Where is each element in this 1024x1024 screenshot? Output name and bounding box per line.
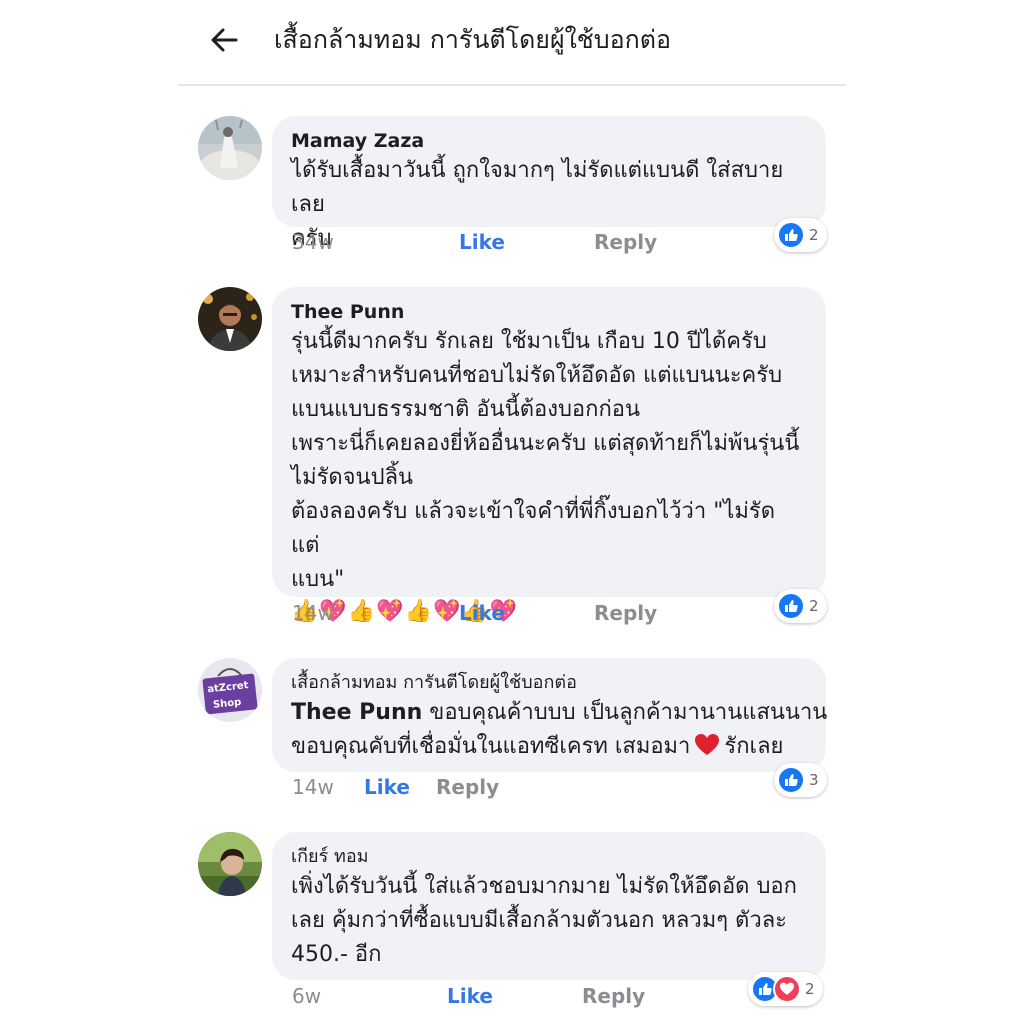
heart-icon: [694, 733, 720, 757]
reaction-summary[interactable]: 2: [748, 972, 823, 1006]
reaction-summary[interactable]: 2: [774, 589, 827, 623]
thumbs-up-icon: [777, 766, 805, 794]
page-title: เสื้อกล้ามทอม การันตีโดยผู้ใช้บอกต่อ: [274, 25, 672, 54]
comment-timestamp: 14w: [292, 775, 334, 799]
reaction-summary[interactable]: 3: [774, 763, 827, 797]
reaction-count: 2: [809, 226, 819, 244]
reaction-count: 3: [809, 771, 819, 789]
back-button[interactable]: [202, 20, 246, 60]
header-bar: เสื้อกล้ามทอม การันตีโดยผู้ใช้บอกต่อ: [178, 0, 846, 86]
like-button[interactable]: Like: [459, 228, 505, 256]
comment-author[interactable]: Mamay Zaza: [291, 128, 808, 154]
reply-button[interactable]: Reply: [582, 982, 645, 1010]
comment-bubble: เกียร์ ทอม เพิ่งได้รับวันนี้ ใส่แล้วชอบม…: [272, 832, 826, 980]
comment-timestamp: 14w: [292, 601, 334, 625]
comment-text: เพิ่งได้รับวันนี้ ใส่แล้วชอบมากมาย ไม่รั…: [291, 874, 797, 967]
reply-button[interactable]: Reply: [594, 599, 657, 627]
comment-bubble: Mamay Zaza ได้รับเสื้อมาวันนี้ ถูกใจมากๆ…: [272, 116, 826, 251]
comment-bubble: Thee Punn รุ่นนี้ดีมากครับ รักเลย ใช้มาเ…: [272, 287, 826, 624]
thumbs-up-icon: [777, 592, 805, 620]
mention-link[interactable]: Thee Punn: [291, 700, 422, 725]
like-button[interactable]: Like: [364, 773, 410, 801]
heart-icon: [773, 975, 801, 1003]
comment-author[interactable]: เกียร์ ทอม: [291, 844, 808, 870]
like-button[interactable]: Like: [459, 599, 505, 627]
like-button[interactable]: Like: [447, 982, 493, 1010]
comment-text: ได้รับเสื้อมาวันนี้ ถูกใจมากๆ ไม่รัดแต่แ…: [291, 158, 784, 251]
avatar[interactable]: [198, 116, 262, 180]
avatar[interactable]: [198, 832, 262, 896]
comment-author[interactable]: เสื้อกล้ามทอม การันตีโดยผู้ใช้บอกต่อ: [291, 670, 808, 696]
comment-timestamp: 6w: [292, 984, 322, 1008]
comment-thread: เสื้อกล้ามทอม การันตีโดยผู้ใช้บอกต่อ Mam…: [178, 0, 846, 1024]
reaction-summary[interactable]: 2: [774, 218, 827, 252]
avatar[interactable]: [198, 287, 262, 351]
reaction-count: 2: [809, 597, 819, 615]
reply-button[interactable]: Reply: [436, 773, 499, 801]
thumbs-up-icon: [777, 221, 805, 249]
comment-author[interactable]: Thee Punn: [291, 299, 808, 325]
comment-text: Thee Punn ขอบคุณค้าบบบ เป็นลูกค้ามานานแส…: [291, 700, 828, 725]
comment-text: รุ่นนี้ดีมากครับ รักเลย ใช้มาเป็น เกือบ …: [291, 329, 800, 592]
reaction-count: 2: [805, 980, 815, 998]
arrow-left-icon: [211, 28, 238, 52]
comment-timestamp: 34w: [292, 230, 334, 254]
comment-bubble: เสื้อกล้ามทอม การันตีโดยผู้ใช้บอกต่อ The…: [272, 658, 828, 772]
avatar[interactable]: atZcret Shop: [198, 658, 262, 722]
emoji-row: 👍💖👍💖👍💖👍💖: [291, 599, 519, 624]
reply-button[interactable]: Reply: [594, 228, 657, 256]
comment-text: ขอบคุณคับที่เชื่อมั่นในแอทซีเครท เสมอมาร…: [291, 733, 784, 759]
